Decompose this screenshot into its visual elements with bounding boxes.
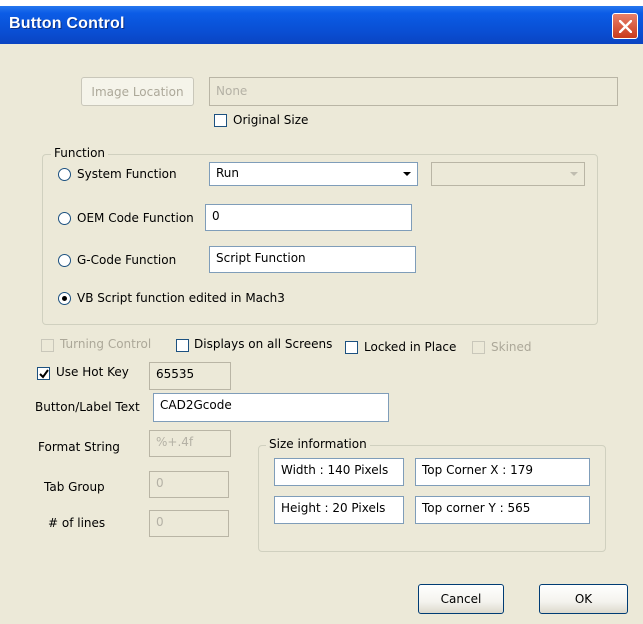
system-function-dropdown[interactable]: Run (209, 162, 418, 186)
displays-all-screens-checkbox[interactable] (176, 339, 189, 352)
original-size-label: Original Size (233, 113, 309, 127)
close-icon (619, 20, 632, 33)
size-information-title: Size information (266, 437, 370, 451)
button-label-text-label: Button/Label Text (35, 400, 140, 414)
oem-code-input[interactable]: 0 (205, 204, 412, 231)
system-function-label: System Function (77, 167, 177, 181)
width-display: Width : 140 Pixels (274, 458, 404, 486)
button-label-text-input[interactable]: CAD2Gcode (153, 393, 389, 422)
skined-label: Skined (491, 340, 532, 354)
locked-in-place-label: Locked in Place (364, 340, 457, 354)
image-location-button[interactable]: Image Location (81, 77, 194, 106)
ok-button[interactable]: OK (539, 584, 628, 614)
gcode-function-radio[interactable] (58, 254, 71, 267)
turning-control-checkbox[interactable] (41, 339, 54, 352)
use-hot-key-label: Use Hot Key (56, 365, 129, 379)
system-function-value: Run (216, 166, 240, 180)
checkmark-icon (39, 369, 49, 379)
close-button[interactable] (612, 13, 638, 39)
tab-group-input[interactable]: 0 (149, 471, 229, 498)
top-corner-y-display: Top corner Y : 565 (415, 496, 590, 524)
vb-script-label: VB Script function edited in Mach3 (77, 291, 285, 305)
use-hot-key-checkbox[interactable] (37, 367, 50, 380)
lines-label: # of lines (48, 516, 106, 530)
format-string-label: Format String (38, 440, 120, 454)
tab-group-label: Tab Group (44, 480, 105, 494)
oem-code-label: OEM Code Function (77, 211, 194, 225)
top-corner-x-display: Top Corner X : 179 (415, 458, 590, 486)
chevron-down-icon (403, 172, 411, 176)
hot-key-field[interactable]: 65535 (149, 362, 231, 390)
cancel-button[interactable]: Cancel (418, 584, 504, 614)
lines-input[interactable]: 0 (149, 510, 229, 537)
vb-script-radio[interactable] (58, 292, 71, 305)
chevron-down-icon (570, 172, 578, 176)
function-group-title: Function (51, 146, 109, 160)
locked-in-place-checkbox[interactable] (345, 341, 358, 354)
image-location-field[interactable]: None (209, 77, 618, 106)
turning-control-label: Turning Control (60, 337, 152, 351)
window-title: Button Control (9, 15, 125, 32)
skined-checkbox[interactable] (472, 341, 485, 354)
dropdown-arrow[interactable] (398, 164, 416, 184)
gcode-function-label: G-Code Function (77, 253, 177, 267)
displays-all-screens-label: Displays on all Screens (194, 337, 333, 351)
format-string-input[interactable]: %+.4f (149, 430, 231, 457)
gcode-function-input[interactable]: Script Function (209, 246, 416, 273)
dropdown-arrow-disabled (565, 164, 583, 184)
oem-code-radio[interactable] (58, 212, 71, 225)
title-bar[interactable]: Button Control (0, 0, 643, 44)
system-function-radio[interactable] (58, 168, 71, 181)
top-strip (0, 0, 643, 6)
original-size-checkbox[interactable] (214, 114, 227, 127)
button-control-dialog: Button Control Image Location None Origi… (0, 0, 643, 624)
secondary-function-dropdown[interactable] (431, 162, 585, 186)
height-display: Height : 20 Pixels (274, 496, 404, 524)
